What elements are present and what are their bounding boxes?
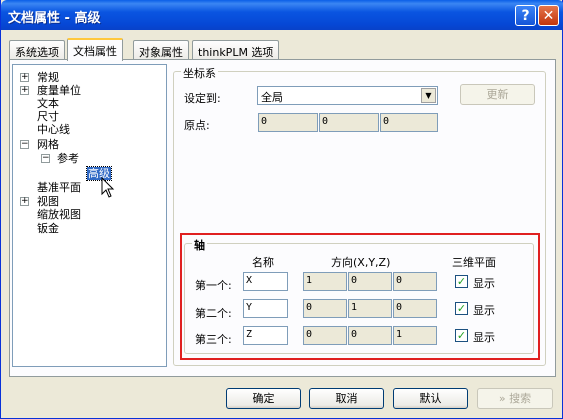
search-button[interactable]: » 搜索 xyxy=(477,388,553,409)
tree-item-label: 尺寸 xyxy=(37,110,59,123)
collapse-icon[interactable]: − xyxy=(20,140,29,149)
tree-item-label: 中心线 xyxy=(37,123,70,136)
expand-icon[interactable]: + xyxy=(20,73,29,82)
collapse-icon[interactable]: − xyxy=(41,154,50,163)
tree-item-sheet-metal[interactable]: 钣金 xyxy=(37,222,59,235)
mouse-cursor-icon xyxy=(101,177,115,198)
set-to-label: 设定到: xyxy=(184,92,221,105)
tab-object-properties[interactable]: 对象属性 xyxy=(133,40,189,60)
expand-icon[interactable]: + xyxy=(20,86,29,95)
origin-x-field[interactable]: 0 xyxy=(258,113,318,132)
cancel-button[interactable]: 取消 xyxy=(309,388,384,409)
expand-icon[interactable]: + xyxy=(20,197,29,206)
annotation-highlight-box xyxy=(180,233,540,360)
tab-system-options[interactable]: 系统选项 xyxy=(9,40,65,60)
tree-item-label: 参考 xyxy=(57,152,79,165)
origin-z-field[interactable]: 0 xyxy=(380,113,438,132)
set-to-dropdown[interactable]: 全局 ▼ xyxy=(257,86,438,105)
tree-item-dimensions[interactable]: 尺寸 xyxy=(37,110,59,123)
search-label: 搜索 xyxy=(509,392,532,405)
search-chevron-icon: » xyxy=(498,392,506,405)
tree-item-label: 钣金 xyxy=(37,222,59,235)
tree-item-label: 度量单位 xyxy=(37,84,81,97)
property-tree[interactable]: + 常规 + 度量单位 文本 尺寸 中心线 − 网格 − 参考 高级 基准平面 xyxy=(12,64,167,367)
document-properties-dialog: 文档属性 - 高级 ? ✕ 系统选项 文档属性 对象属性 thinkPLM 选项… xyxy=(0,0,563,419)
default-button[interactable]: 默认 xyxy=(393,388,468,409)
tree-item-label: 常规 xyxy=(37,71,59,84)
tree-item-label: 视图 xyxy=(37,195,59,208)
set-to-value: 全局 xyxy=(261,91,283,104)
tree-item-zoom-view[interactable]: 缩放视图 xyxy=(37,208,81,221)
tree-item-label: 缩放视图 xyxy=(37,208,81,221)
tree-item-centerline[interactable]: 中心线 xyxy=(37,123,70,136)
tab-thinkplm-options[interactable]: thinkPLM 选项 xyxy=(192,40,280,60)
chevron-down-icon[interactable]: ▼ xyxy=(421,88,436,103)
tree-item-datum-plane[interactable]: 基准平面 xyxy=(37,181,81,194)
window-title: 文档属性 - 高级 xyxy=(8,11,101,26)
origin-y-field[interactable]: 0 xyxy=(319,113,379,132)
ok-button[interactable]: 确定 xyxy=(226,388,301,409)
title-bar[interactable]: 文档属性 - 高级 ? ✕ xyxy=(1,0,563,30)
close-button[interactable]: ✕ xyxy=(538,5,559,26)
tab-document-properties[interactable]: 文档属性 xyxy=(67,38,123,61)
tree-item-text[interactable]: 文本 xyxy=(37,97,59,110)
help-button[interactable]: ? xyxy=(515,5,536,26)
tree-item-label: 文本 xyxy=(37,97,59,110)
origin-label: 原点: xyxy=(184,119,210,132)
update-button[interactable]: 更新 xyxy=(460,84,535,105)
coordinate-system-title: 坐标系 xyxy=(181,65,218,81)
tree-item-label: 网格 xyxy=(37,138,59,151)
tree-item-label: 基准平面 xyxy=(37,181,81,194)
